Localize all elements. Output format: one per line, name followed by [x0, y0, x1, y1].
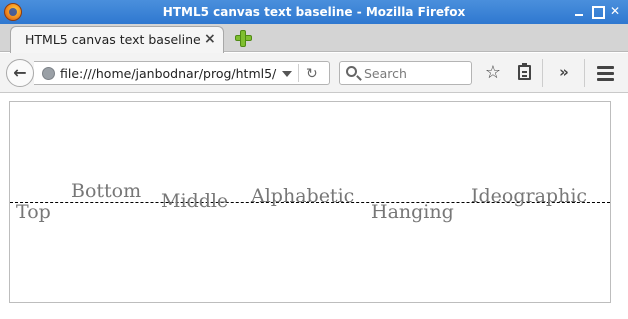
baseline-label-ideographic: Ideographic [471, 185, 588, 207]
toolbar-divider [584, 59, 585, 87]
search-icon [346, 66, 357, 77]
bookmarks-menu-button[interactable] [514, 62, 536, 84]
tab-strip: HTML5 canvas text baseline × [0, 24, 628, 53]
reload-icon[interactable]: ↻ [306, 66, 318, 82]
text-baseline-canvas: Top Bottom Middle Alphabetic Hanging Ide… [9, 101, 611, 303]
chevron-down-icon[interactable] [282, 71, 292, 77]
search-bar[interactable] [339, 61, 472, 85]
close-window-button[interactable]: ✕ [608, 4, 622, 18]
baseline-label-alphabetic: Alphabetic [251, 185, 355, 207]
navigation-toolbar: ← file:///home/janbodnar/prog/html5/ ↻ ☆… [0, 53, 628, 93]
bookmark-star-icon[interactable]: ☆ [482, 62, 504, 84]
baseline-label-middle: Middle [161, 190, 229, 212]
maximize-button[interactable] [590, 4, 605, 19]
tab-close-icon[interactable]: × [204, 31, 216, 47]
toolbar-divider [542, 59, 543, 87]
new-tab-button[interactable] [234, 29, 254, 49]
url-bar[interactable]: file:///home/janbodnar/prog/html5/ ↻ [34, 61, 330, 85]
tab-html5-canvas-text-baseline[interactable]: HTML5 canvas text baseline × [10, 26, 224, 53]
baseline-label-top: Top [16, 201, 51, 223]
hamburger-menu-icon[interactable] [595, 62, 617, 84]
tab-label: HTML5 canvas text baseline [25, 32, 201, 47]
url-bar-divider [298, 64, 299, 82]
minimize-button[interactable] [572, 4, 586, 18]
globe-icon [42, 67, 55, 80]
overflow-menu-button[interactable]: » [553, 62, 575, 84]
url-text[interactable]: file:///home/janbodnar/prog/html5/ [60, 66, 276, 81]
baseline-label-bottom: Bottom [71, 180, 142, 202]
search-input[interactable] [364, 65, 468, 81]
window-titlebar: HTML5 canvas text baseline - Mozilla Fir… [0, 0, 628, 24]
clipboard-icon [518, 63, 531, 80]
page-content: Top Bottom Middle Alphabetic Hanging Ide… [0, 94, 628, 319]
back-button[interactable]: ← [6, 59, 34, 87]
window-title: HTML5 canvas text baseline - Mozilla Fir… [162, 5, 466, 19]
baseline-label-hanging: Hanging [371, 201, 454, 223]
